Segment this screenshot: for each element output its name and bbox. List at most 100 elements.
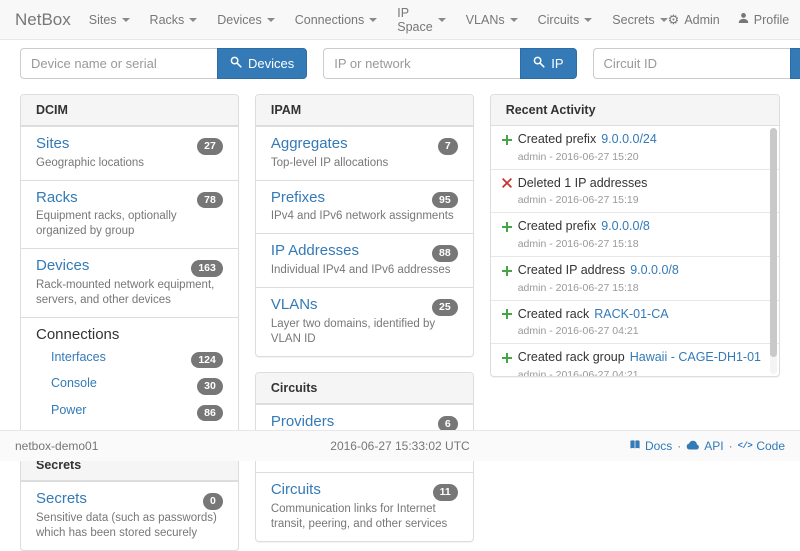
profile-link[interactable]: Profile (738, 12, 789, 27)
list-item-aggregates[interactable]: 7 Aggregates Top-level IP allocations (256, 126, 473, 180)
devices-link[interactable]: Devices (36, 257, 89, 276)
panel-title: Recent Activity (491, 95, 779, 126)
device-search-button[interactable]: Devices (217, 48, 307, 79)
item-description: Communication links for Internet transit… (271, 502, 458, 532)
netbox-brand[interactable]: NetBox (15, 10, 71, 30)
list-item-sites[interactable]: 27 Sites Geographic locations (21, 126, 238, 180)
item-description: Geographic locations (36, 156, 223, 171)
book-icon (629, 439, 641, 453)
activity-target-link[interactable]: 9.0.0.0/8 (630, 263, 679, 279)
menu-ip-space[interactable]: IP Space (397, 6, 445, 34)
plus-icon (501, 309, 513, 319)
activity-target-link[interactable]: Hawaii - CAGE-DH1-01 (630, 350, 761, 366)
list-item-secrets[interactable]: 0 Secrets Sensitive data (such as passwo… (21, 481, 238, 550)
cloud-icon (686, 439, 700, 453)
list-item-prefixes[interactable]: 95 Prefixes IPv4 and IPv6 network assign… (256, 180, 473, 234)
activity-row: Created prefix 9.0.0.0/8 admin - 2016-06… (491, 212, 779, 256)
circuits-link[interactable]: Circuits (271, 481, 321, 500)
item-description: Layer two domains, identified by VLAN ID (271, 317, 458, 347)
activity-target-link[interactable]: 9.0.0.0/8 (601, 219, 650, 235)
ip-search-group: IP (323, 48, 576, 79)
panel-title: Circuits (256, 373, 473, 404)
sites-link[interactable]: Sites (36, 135, 69, 154)
activity-scrollbar[interactable] (770, 128, 777, 374)
activity-target-link[interactable]: 9.0.0.0/24 (601, 132, 657, 148)
interfaces-link[interactable]: Interfaces (51, 350, 106, 364)
activity-action: Deleted 1 IP addresses (518, 176, 648, 192)
console-link[interactable]: Console (51, 376, 97, 390)
list-item-ip-addresses[interactable]: 88 IP Addresses Individual IPv4 and IPv6… (256, 233, 473, 287)
chevron-down-icon (189, 18, 197, 22)
ip-addresses-link[interactable]: IP Addresses (271, 242, 359, 261)
activity-action: Created rack (518, 307, 590, 323)
activity-meta: admin - 2016-06-27 04:21 (501, 369, 761, 376)
list-item-circuits[interactable]: 11 Circuits Communication links for Inte… (256, 472, 473, 541)
server-timestamp: 2016-06-27 15:33:02 UTC (272, 439, 529, 453)
plus-icon (501, 135, 513, 145)
list-item-vlans[interactable]: 25 VLANs Layer two domains, identified b… (256, 287, 473, 356)
device-search-input[interactable] (20, 48, 217, 79)
count-badge: 25 (432, 299, 458, 316)
chevron-down-icon (122, 18, 130, 22)
chevron-down-icon (267, 18, 275, 22)
count-badge: 86 (197, 405, 223, 422)
circuit-search-input[interactable] (593, 48, 790, 79)
menu-circuits[interactable]: Circuits (538, 13, 593, 27)
menu-sites[interactable]: Sites (89, 13, 130, 27)
activity-meta: admin - 2016-06-27 15:18 (501, 238, 761, 250)
connections-console-row: 30 Console (36, 371, 223, 398)
list-item-racks[interactable]: 78 Racks Equipment racks, optionally org… (21, 180, 238, 249)
chevron-down-icon (438, 18, 446, 22)
count-badge: 124 (191, 352, 223, 369)
code-link[interactable]: </> Code (738, 439, 785, 453)
activity-action: Created prefix (518, 219, 597, 235)
search-icon (230, 56, 242, 71)
activity-target-link[interactable]: RACK-01-CA (594, 307, 668, 323)
admin-link[interactable]: ⚙ Admin (668, 13, 720, 27)
panel-title: DCIM (21, 95, 238, 126)
menu-connections[interactable]: Connections (295, 13, 378, 27)
delete-x-icon (501, 178, 513, 188)
circuit-search-button[interactable]: Circuits (790, 48, 800, 79)
footer-links: Docs · API · </> Code (528, 439, 785, 453)
docs-link[interactable]: Docs (629, 439, 672, 453)
separator: · (677, 439, 681, 453)
panel-recent-activity: Recent Activity Created prefix 9.0.0.0/2… (490, 94, 780, 377)
dashboard-grid: DCIM 27 Sites Geographic locations 78 Ra… (20, 94, 780, 551)
ip-search-input[interactable] (323, 48, 520, 79)
footer: netbox-demo01 2016-06-27 15:33:02 UTC Do… (0, 430, 800, 461)
activity-meta: admin - 2016-06-27 15:19 (501, 194, 761, 206)
vlans-link[interactable]: VLANs (271, 296, 318, 315)
chevron-down-icon (660, 18, 668, 22)
api-link[interactable]: API (686, 439, 723, 453)
menu-secrets[interactable]: Secrets (612, 13, 667, 27)
count-badge: 78 (197, 192, 223, 209)
item-description: Equipment racks, optionally organized by… (36, 209, 223, 239)
scrollbar-thumb[interactable] (770, 128, 777, 357)
menu-devices[interactable]: Devices (217, 13, 274, 27)
panel-ipam: IPAM 7 Aggregates Top-level IP allocatio… (255, 94, 474, 357)
plus-icon (501, 353, 513, 363)
ip-search-button[interactable]: IP (520, 48, 576, 79)
racks-link[interactable]: Racks (36, 189, 78, 208)
count-badge: 11 (433, 484, 458, 501)
panel-secrets: Secrets 0 Secrets Sensitive data (such a… (20, 449, 239, 551)
activity-list: Created prefix 9.0.0.0/24 admin - 2016-0… (491, 126, 779, 376)
menu-racks[interactable]: Racks (150, 13, 198, 27)
list-item-devices[interactable]: 163 Devices Rack-mounted network equipme… (21, 248, 238, 317)
power-link[interactable]: Power (51, 403, 86, 417)
item-description: Individual IPv4 and IPv6 addresses (271, 263, 458, 278)
connections-heading: Connections (36, 326, 223, 343)
device-search-group: Devices (20, 48, 307, 79)
providers-link[interactable]: Providers (271, 413, 334, 432)
activity-action: Created prefix (518, 132, 597, 148)
secrets-link[interactable]: Secrets (36, 490, 87, 509)
activity-meta: admin - 2016-06-27 15:20 (501, 151, 761, 163)
item-description: IPv4 and IPv6 network assignments (271, 209, 458, 224)
menu-vlans[interactable]: VLANs (466, 13, 518, 27)
panel-title: IPAM (256, 95, 473, 126)
gear-icon: ⚙ (668, 13, 680, 26)
aggregates-link[interactable]: Aggregates (271, 135, 348, 154)
prefixes-link[interactable]: Prefixes (271, 189, 325, 208)
search-icon (533, 56, 545, 71)
